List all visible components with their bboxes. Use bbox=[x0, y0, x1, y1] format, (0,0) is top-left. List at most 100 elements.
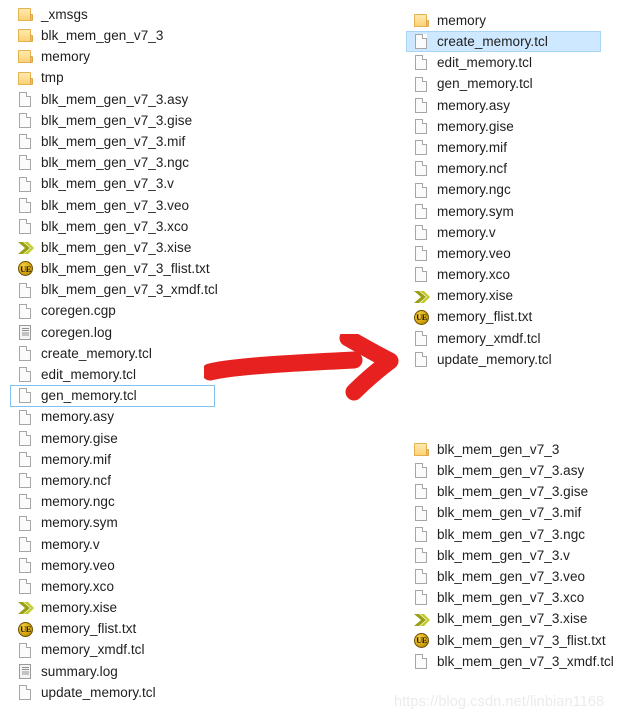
file-list-item[interactable]: tmp bbox=[10, 68, 219, 89]
file-document-icon bbox=[17, 196, 34, 215]
file-name-label: gen_memory.tcl bbox=[437, 76, 533, 92]
file-list-item[interactable]: coregen.log bbox=[10, 322, 219, 343]
file-list-item[interactable]: memory.asy bbox=[10, 407, 219, 428]
file-list-item[interactable]: blk_mem_gen_v7_3 bbox=[406, 439, 615, 460]
file-list-item[interactable]: blk_mem_gen_v7_3_xmdf.tcl bbox=[406, 651, 615, 672]
file-list-item[interactable]: memory.mif bbox=[406, 137, 601, 158]
file-list-item[interactable]: memory_xmdf.tcl bbox=[10, 640, 219, 661]
file-list-item[interactable]: blk_mem_gen_v7_3.gise bbox=[406, 481, 615, 502]
file-list-item[interactable]: blk_mem_gen_v7_3.ngc bbox=[10, 152, 219, 173]
file-list-item[interactable]: blk_mem_gen_v7_3.asy bbox=[10, 89, 219, 110]
file-list-item[interactable]: memory_xmdf.tcl bbox=[406, 328, 601, 349]
file-list-item[interactable]: memory bbox=[10, 46, 219, 67]
file-name-label: memory bbox=[437, 12, 487, 28]
file-list-item[interactable]: memory.xco bbox=[10, 576, 219, 597]
file-list-item[interactable]: gen_memory.tcl bbox=[406, 74, 601, 95]
file-list-item[interactable]: memory.ngc bbox=[406, 180, 601, 201]
file-list-item[interactable]: memory.xise bbox=[406, 285, 601, 306]
file-list-item[interactable]: blk_mem_gen_v7_3.mif bbox=[10, 131, 219, 152]
file-list-item[interactable]: _xmsgs bbox=[10, 4, 219, 25]
file-list-item[interactable]: blk_mem_gen_v7_3 bbox=[10, 25, 219, 46]
xise-chevron-arrow-icon bbox=[17, 238, 34, 257]
file-list-item[interactable]: UE blk_mem_gen_v7_3_flist.txt bbox=[10, 258, 219, 279]
file-document-icon bbox=[17, 132, 34, 151]
file-document-icon bbox=[413, 546, 430, 565]
file-list-item[interactable]: blk_mem_gen_v7_3.asy bbox=[406, 460, 615, 481]
file-list-item[interactable]: memory.v bbox=[10, 534, 219, 555]
file-list-item[interactable]: blk_mem_gen_v7_3.veo bbox=[406, 566, 615, 587]
file-name-label: blk_mem_gen_v7_3.asy bbox=[437, 463, 585, 479]
file-list-item[interactable]: memory.v bbox=[406, 222, 601, 243]
file-list-item[interactable]: create_memory.tcl bbox=[10, 343, 219, 364]
file-document-icon bbox=[17, 175, 34, 194]
file-document-icon bbox=[413, 53, 430, 72]
file-list-item[interactable]: blk_mem_gen_v7_3.xise bbox=[10, 237, 219, 258]
file-document-icon bbox=[17, 641, 34, 660]
file-list-item[interactable]: coregen.cgp bbox=[10, 301, 219, 322]
file-list-item[interactable]: blk_mem_gen_v7_3.xise bbox=[406, 609, 615, 630]
file-list-item[interactable]: blk_mem_gen_v7_3.v bbox=[10, 174, 219, 195]
file-list-item[interactable]: memory.gise bbox=[406, 116, 601, 137]
file-document-icon bbox=[17, 153, 34, 172]
file-name-label: blk_mem_gen_v7_3.gise bbox=[437, 484, 589, 500]
file-list-item[interactable]: UE blk_mem_gen_v7_3_flist.txt bbox=[406, 630, 615, 651]
file-name-label: memory.ncf bbox=[437, 161, 508, 177]
file-list-item[interactable]: UE memory_flist.txt bbox=[10, 618, 219, 639]
file-list-item[interactable]: memory.ngc bbox=[10, 491, 219, 512]
file-list-item[interactable]: update_memory.tcl bbox=[10, 682, 219, 703]
file-list-item[interactable]: memory.sym bbox=[10, 513, 219, 534]
file-list-item[interactable]: memory.veo bbox=[406, 243, 601, 264]
file-document-icon bbox=[413, 482, 430, 501]
file-list-item[interactable]: edit_memory.tcl bbox=[406, 52, 601, 73]
file-list-item[interactable]: create_memory.tcl bbox=[406, 31, 601, 53]
file-list-item[interactable]: memory.sym bbox=[406, 201, 601, 222]
file-list-item[interactable]: memory.ncf bbox=[10, 470, 219, 491]
file-list-item[interactable]: edit_memory.tcl bbox=[10, 364, 219, 385]
file-document-icon bbox=[17, 408, 34, 427]
right-top-file-list: memory create_memory.tcl edit_memory.tclge… bbox=[406, 10, 601, 370]
file-list-item[interactable]: memory.gise bbox=[10, 428, 219, 449]
xise-chevron-arrow-icon bbox=[413, 610, 430, 629]
file-list-item[interactable]: memory.xco bbox=[406, 264, 601, 285]
file-list-item[interactable]: memory.ncf bbox=[406, 158, 601, 179]
file-name-label: memory.mif bbox=[437, 139, 507, 155]
file-document-icon bbox=[17, 281, 34, 300]
file-document-icon bbox=[413, 181, 430, 200]
file-name-label: memory.ncf bbox=[41, 472, 112, 488]
file-document-icon bbox=[413, 329, 430, 348]
file-list-item[interactable]: blk_mem_gen_v7_3.xco bbox=[406, 587, 615, 608]
file-document-icon bbox=[17, 344, 34, 363]
file-document-icon bbox=[17, 111, 34, 130]
folder-icon bbox=[17, 69, 34, 88]
file-name-label: memory.v bbox=[437, 224, 496, 240]
file-list-item[interactable]: memory.veo bbox=[10, 555, 219, 576]
file-name-label: tmp bbox=[41, 70, 64, 86]
file-list-item[interactable]: blk_mem_gen_v7_3.mif bbox=[406, 503, 615, 524]
file-list-item[interactable]: blk_mem_gen_v7_3.veo bbox=[10, 195, 219, 216]
file-list-item[interactable]: UE memory_flist.txt bbox=[406, 307, 601, 328]
file-document-icon bbox=[413, 244, 430, 263]
file-document-icon bbox=[17, 217, 34, 236]
watermark-text: https://blog.csdn.net/linbian1168 bbox=[394, 694, 605, 710]
file-name-label: blk_mem_gen_v7_3.mif bbox=[437, 505, 582, 521]
file-list-item[interactable]: update_memory.tcl bbox=[406, 349, 601, 370]
file-name-label: memory.xise bbox=[437, 288, 514, 304]
file-name-label: memory.gise bbox=[437, 118, 514, 134]
file-name-label: memory_flist.txt bbox=[41, 621, 137, 637]
file-document-icon bbox=[17, 429, 34, 448]
file-document-icon bbox=[413, 117, 430, 136]
file-list-item[interactable]: memory.xise bbox=[10, 597, 219, 618]
file-list-item[interactable]: blk_mem_gen_v7_3_xmdf.tcl bbox=[10, 279, 219, 300]
ultraedit-txt-icon: UE bbox=[17, 620, 34, 639]
file-list-item[interactable]: blk_mem_gen_v7_3.xco bbox=[10, 216, 219, 237]
file-list-item[interactable]: memory.mif bbox=[10, 449, 219, 470]
file-list-item[interactable]: blk_mem_gen_v7_3.v bbox=[406, 545, 615, 566]
file-list-item[interactable]: blk_mem_gen_v7_3.ngc bbox=[406, 524, 615, 545]
file-name-label: memory.gise bbox=[41, 430, 118, 446]
file-list-item[interactable]: memory bbox=[406, 10, 601, 31]
file-list-item[interactable]: blk_mem_gen_v7_3.gise bbox=[10, 110, 219, 131]
file-list-item[interactable]: gen_memory.tcl bbox=[10, 385, 215, 407]
file-list-item[interactable]: summary.log bbox=[10, 661, 219, 682]
file-list-item[interactable]: memory.asy bbox=[406, 95, 601, 116]
file-name-label: blk_mem_gen_v7_3.v bbox=[437, 547, 570, 563]
